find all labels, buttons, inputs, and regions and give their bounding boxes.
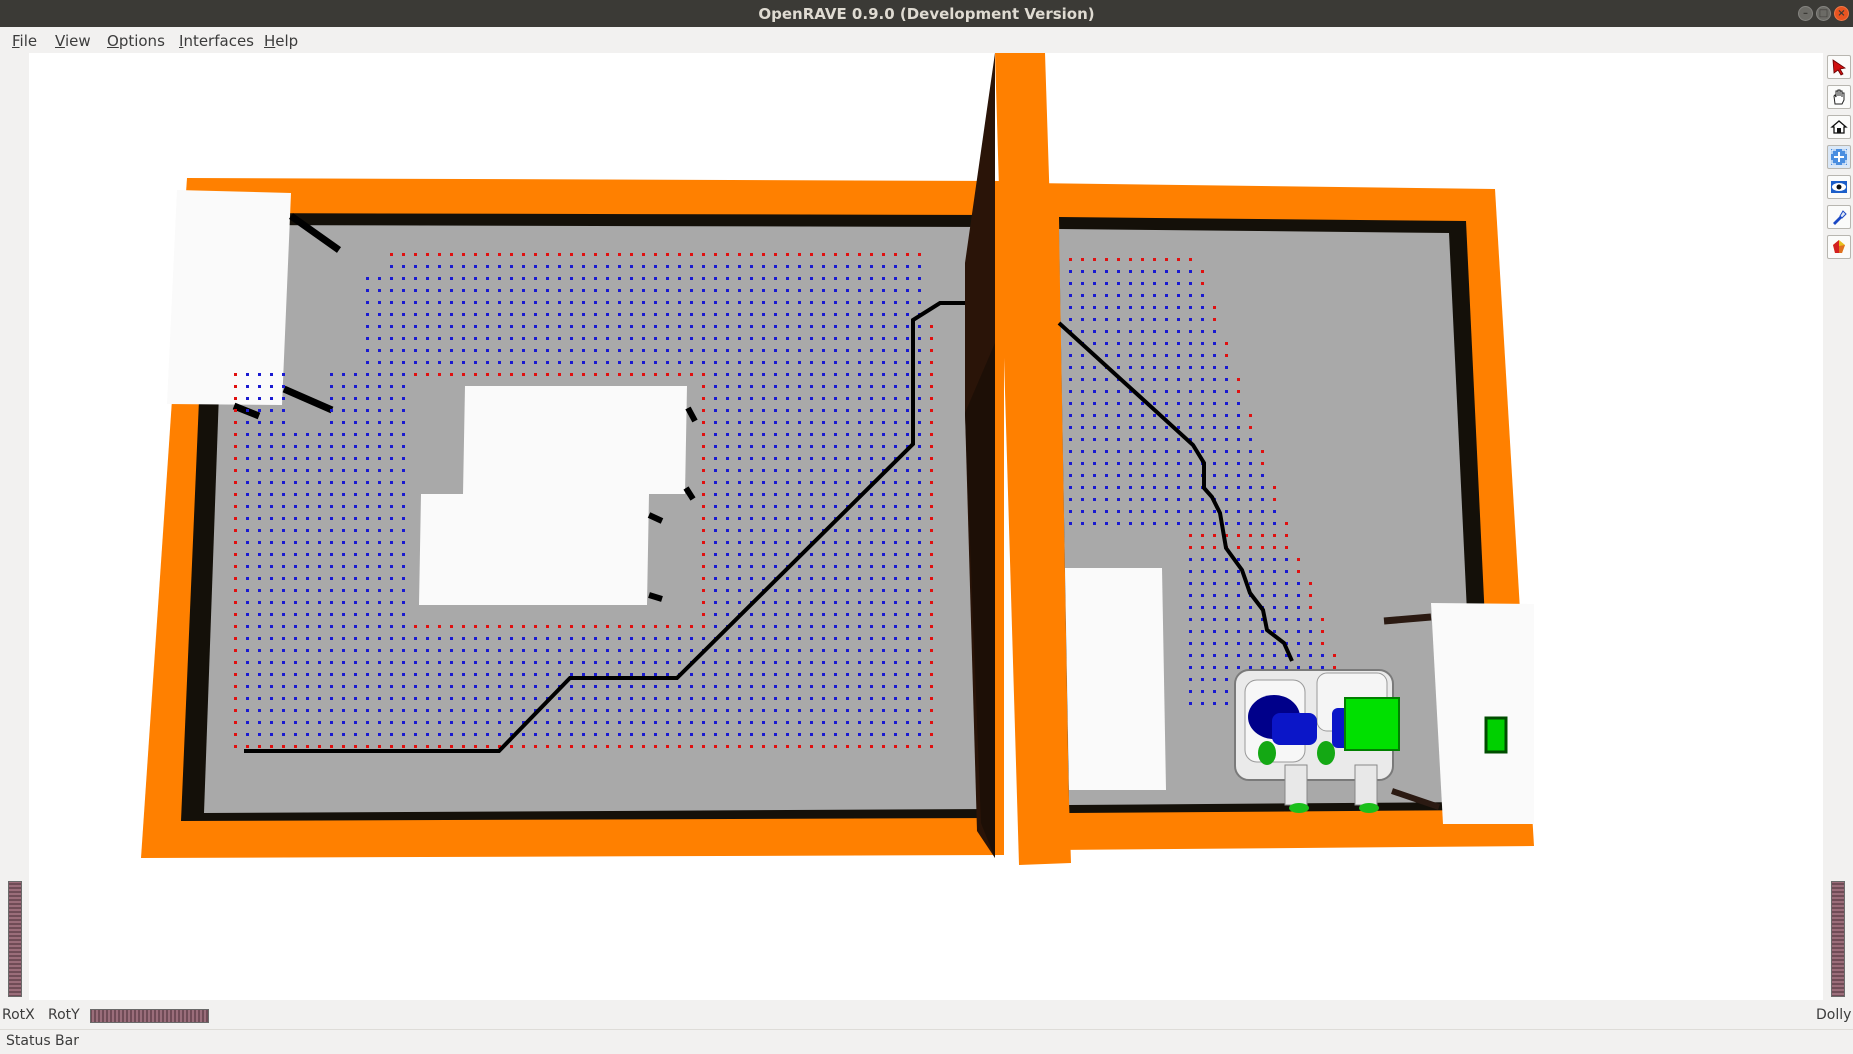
minimize-button[interactable]: – xyxy=(1798,6,1813,21)
roty-label: RotY xyxy=(48,1007,80,1023)
tool-home[interactable] xyxy=(1827,115,1851,139)
status-text: Status Bar xyxy=(6,1033,80,1049)
roty-wheel[interactable] xyxy=(90,1009,209,1023)
table-leg-4 xyxy=(648,592,663,602)
flashlight-icon xyxy=(1833,210,1847,225)
arrow-pointer-icon xyxy=(1832,59,1847,76)
menubar: File View Options Interfaces Help xyxy=(0,27,1853,53)
minimize-icon: – xyxy=(1803,8,1808,19)
tool-perspective[interactable] xyxy=(1827,205,1851,229)
tool-pan[interactable] xyxy=(1827,85,1851,109)
right-door-panel xyxy=(1431,603,1534,824)
maximize-icon: □ xyxy=(1818,8,1829,19)
menu-view[interactable]: View xyxy=(55,32,91,50)
3d-viewport[interactable] xyxy=(29,53,1823,1000)
dolly-label: Dolly xyxy=(1816,1007,1852,1023)
close-icon: × xyxy=(1837,8,1846,19)
right-door-hinge xyxy=(1383,613,1432,625)
left-door-panel xyxy=(167,190,291,405)
view-all-icon xyxy=(1831,149,1847,165)
menu-help[interactable]: Help xyxy=(264,32,298,50)
rotx-wheel[interactable] xyxy=(8,881,22,997)
close-button[interactable]: × xyxy=(1834,6,1849,21)
maximize-button[interactable]: □ xyxy=(1816,6,1831,21)
eye-icon xyxy=(1831,181,1847,193)
window-title: OpenRAVE 0.9.0 (Development Version) xyxy=(758,5,1095,23)
menu-file[interactable]: File xyxy=(12,32,37,50)
rotx-label: RotX xyxy=(2,1007,35,1023)
target-object xyxy=(1484,716,1508,754)
hand-icon xyxy=(1833,89,1845,105)
status-bar: Status Bar xyxy=(0,1029,1853,1054)
tool-collision[interactable] xyxy=(1827,235,1851,259)
window-titlebar[interactable]: OpenRAVE 0.9.0 (Development Version) – □… xyxy=(0,0,1853,27)
left-wheel-panel xyxy=(0,53,29,1000)
menu-interfaces[interactable]: Interfaces xyxy=(179,32,254,50)
house-icon xyxy=(1830,120,1848,134)
cabinet-obstacle xyxy=(1065,568,1166,790)
dolly-wheel[interactable] xyxy=(1831,881,1845,997)
tool-view-all[interactable] xyxy=(1827,145,1851,169)
shapes-icon xyxy=(1833,240,1845,253)
scene-svg[interactable] xyxy=(29,53,1823,1000)
tool-select[interactable] xyxy=(1827,55,1851,79)
menu-options[interactable]: Options xyxy=(107,32,165,50)
tool-seek[interactable] xyxy=(1827,175,1851,199)
